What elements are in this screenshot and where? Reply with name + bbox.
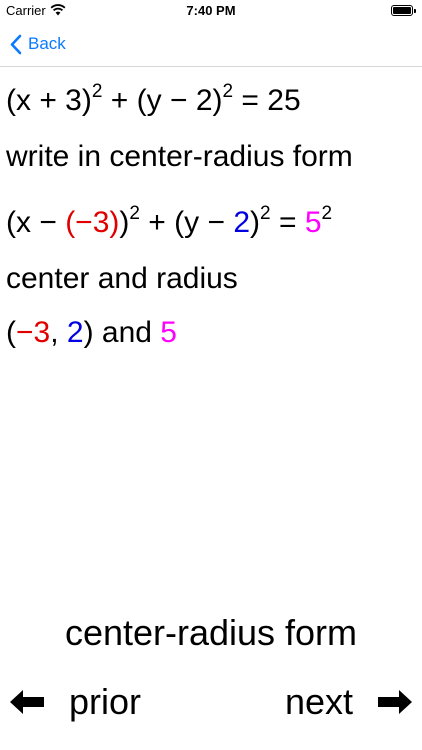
result-h: −3 <box>16 316 51 349</box>
battery-icon <box>391 5 416 16</box>
k-value: 2 <box>233 206 251 239</box>
center-radius-equation: (x − (−3))2 + (y − 2)2 = 52 <box>6 203 333 239</box>
center-radius-label: center and radius <box>6 262 238 295</box>
navigation-bar: Back <box>0 22 422 67</box>
instruction-text: write in center-radius form <box>6 140 353 173</box>
r-value: 5 <box>304 206 322 239</box>
result-r: 5 <box>160 316 177 349</box>
status-time: 7:40 PM <box>186 3 236 18</box>
status-bar: Carrier 7:40 PM <box>0 0 422 22</box>
result-k: 2 <box>66 316 84 349</box>
prior-button[interactable]: prior <box>10 680 141 724</box>
topic-title: center-radius form <box>64 612 358 653</box>
back-button[interactable]: Back <box>10 31 66 57</box>
center-radius-result: (−3, 2) and 5 <box>6 316 177 349</box>
back-chevron-icon <box>10 34 22 54</box>
prior-label: prior <box>69 681 142 722</box>
given-equation: (x + 3)2 + (y − 2)2 = 25 <box>6 81 301 117</box>
next-button[interactable]: next <box>285 680 412 724</box>
h-value: (−3) <box>65 206 120 239</box>
arrow-left-icon <box>10 690 44 714</box>
back-label: Back <box>28 34 66 53</box>
next-label: next <box>284 681 353 722</box>
arrow-right-icon <box>378 690 412 714</box>
